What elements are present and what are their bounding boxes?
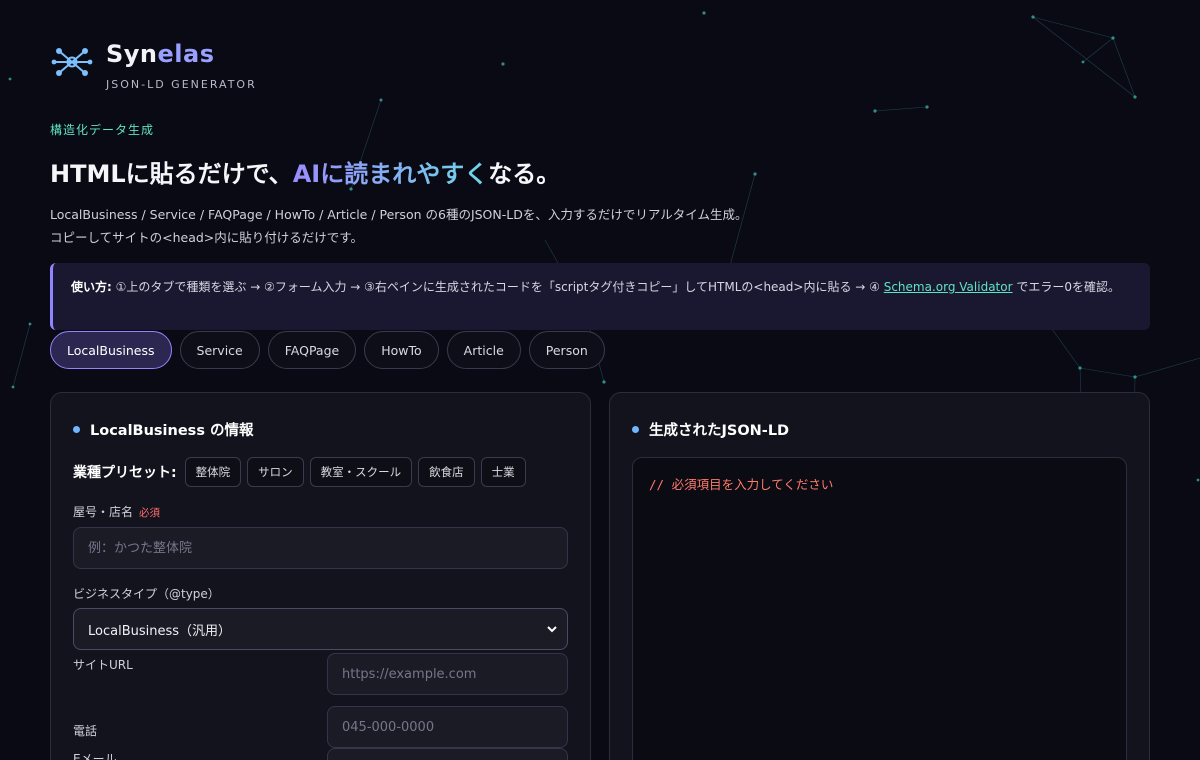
phone-input[interactable] [327, 706, 568, 748]
preset-school-button[interactable]: 教室・スクール [309, 457, 413, 487]
json-ld-output[interactable]: // 必須項目を入力してください [632, 457, 1127, 760]
tab-article[interactable]: Article [446, 331, 521, 369]
form-title: LocalBusiness の情報 [90, 423, 254, 439]
hero-desc-line2: コピーしてサイトの<head>内に貼り付けるだけです。 [50, 230, 364, 245]
headline-pre: HTMLに貼るだけで、 [50, 160, 293, 188]
preset-label: 業種プリセット: [73, 465, 177, 481]
tab-howto[interactable]: HowTo [364, 331, 439, 369]
preset-row: 業種プリセット: 整体院 サロン 教室・スクール 飲食店 士業 [73, 457, 526, 487]
preset-restaurant-button[interactable]: 飲食店 [418, 457, 475, 487]
tel-label: 電話 [73, 724, 98, 738]
chevron-down-icon [547, 626, 557, 633]
form-panel-title: LocalBusiness の情報 [73, 419, 254, 440]
business-type-select[interactable]: LocalBusiness（汎用） [73, 608, 568, 650]
tab-localbusiness[interactable]: LocalBusiness [50, 331, 172, 369]
brand-name: Synelas [106, 40, 215, 68]
output-placeholder: // 必須項目を入力してください [649, 477, 834, 492]
output-title: 生成されたJSON-LD [649, 423, 790, 439]
name-label: 屋号・店名 必須 [73, 503, 160, 520]
bullet-dot-icon [73, 426, 80, 433]
headline-post: なる。 [488, 160, 561, 188]
hero-headline: HTMLに貼るだけで、AIに読まれやすくなる。 [50, 154, 560, 189]
headline-gradient: AIに読まれやすく [292, 160, 489, 188]
email-label: Eメール [73, 752, 117, 760]
tab-faqpage[interactable]: FAQPage [267, 331, 357, 369]
tab-service[interactable]: Service [179, 331, 260, 369]
howto-text1: ①上のタブで種類を選ぶ → ②フォーム入力 → ③右ペインに生成されたコードを「… [111, 280, 884, 294]
name-label-text: 屋号・店名 [73, 505, 134, 519]
howto-label: 使い方: [71, 280, 112, 294]
email-input[interactable] [327, 748, 568, 760]
url-label: サイトURL [73, 658, 133, 672]
business-name-input[interactable] [73, 527, 568, 569]
preset-shigyo-button[interactable]: 士業 [480, 457, 526, 487]
output-panel: 生成されたJSON-LD // 必須項目を入力してください [609, 392, 1150, 760]
output-panel-title: 生成されたJSON-LD [632, 419, 789, 440]
required-badge: 必須 [139, 507, 161, 519]
hero-description: LocalBusiness / Service / FAQPage / HowT… [50, 203, 747, 249]
schema-tabs: LocalBusiness Service FAQPage HowTo Arti… [50, 331, 605, 369]
tab-person[interactable]: Person [528, 331, 605, 369]
business-type-value: LocalBusiness（汎用） [88, 623, 232, 639]
form-panel: LocalBusiness の情報 業種プリセット: 整体院 サロン 教室・スク… [50, 392, 591, 760]
preset-salon-button[interactable]: サロン [247, 457, 304, 487]
business-type-label: ビジネスタイプ（@type） [73, 587, 220, 601]
schema-validator-link[interactable]: Schema.org Validator [884, 280, 1013, 294]
howto-text2: でエラー0を確認。 [1012, 280, 1120, 294]
brand-name-part2: elas [157, 40, 215, 68]
preset-seitai-button[interactable]: 整体院 [184, 457, 242, 487]
logo-icon [51, 48, 93, 76]
hero-desc-line1: LocalBusiness / Service / FAQPage / HowT… [50, 207, 748, 222]
site-url-input[interactable] [327, 653, 568, 695]
bullet-dot-icon [632, 426, 639, 433]
howto-box: 使い方: ①上のタブで種類を選ぶ → ②フォーム入力 → ③右ペインに生成された… [50, 263, 1150, 330]
brand-name-part1: Syn [106, 40, 158, 68]
brand-subtitle: JSON-LD GENERATOR [106, 78, 257, 91]
hero-eyebrow: 構造化データ生成 [50, 123, 155, 137]
